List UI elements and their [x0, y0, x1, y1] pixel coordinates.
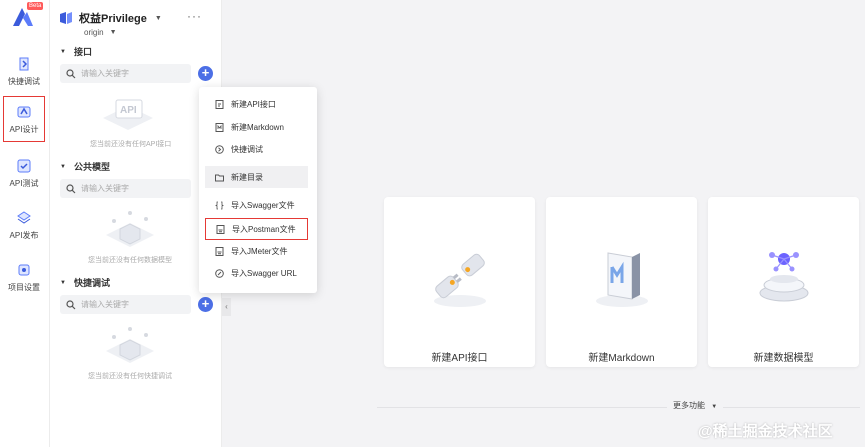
- collapse-triangle-icon: ▼: [60, 48, 66, 55]
- branch-selector[interactable]: origin ▼: [84, 28, 117, 37]
- import-file-icon: [215, 246, 224, 256]
- menu-item-label: 导入JMeter文件: [231, 246, 288, 256]
- more-options-icon[interactable]: ···: [187, 9, 202, 23]
- collapse-sidebar-handle[interactable]: ‹: [222, 298, 231, 316]
- more-features-label: 更多功能: [673, 401, 705, 410]
- card-label: 新建数据模型: [753, 353, 814, 364]
- file-markdown-icon: [215, 122, 224, 132]
- search-icon: [66, 68, 76, 78]
- card-label: 新建Markdown: [588, 353, 655, 364]
- menu-item-new-folder[interactable]: 新建目录: [205, 166, 308, 188]
- nav-rail: Beta 快捷调试 API设计 API测试 API发布 项目设置: [0, 0, 50, 447]
- new-api-card[interactable]: 新建API接口: [384, 197, 535, 367]
- plug-connect-icon: [434, 253, 486, 307]
- section-header-common-models[interactable]: ▼ 公共模型: [60, 160, 110, 173]
- link-icon: [215, 268, 224, 278]
- menu-item-quick-debug[interactable]: 快捷调试: [205, 138, 308, 160]
- search-icon: [66, 299, 76, 309]
- rail-item-api-design[interactable]: API设计: [3, 96, 45, 142]
- menu-item-label: 新建Markdown: [231, 122, 284, 132]
- more-features-toggle[interactable]: 更多功能 ▼: [667, 400, 724, 411]
- api-design-icon: [17, 106, 31, 117]
- braces-icon: [215, 201, 224, 209]
- rail-item-label: 项目设置: [8, 282, 40, 292]
- empty-debug-illustration: [106, 327, 154, 363]
- rail-item-label: API设计: [9, 124, 39, 134]
- file-api-icon: [215, 99, 224, 109]
- menu-item-import-swagger-file[interactable]: 导入Swagger文件: [205, 194, 308, 216]
- folder-icon: [215, 174, 224, 181]
- add-button[interactable]: +: [198, 297, 213, 312]
- section-header-interfaces[interactable]: ▼ 接口: [60, 45, 92, 58]
- caret-down-icon: ▼: [711, 404, 718, 410]
- menu-item-import-postman-file[interactable]: 导入Postman文件: [205, 218, 308, 240]
- quick-debug-icon: [19, 57, 29, 70]
- beta-badge: Beta: [27, 2, 44, 10]
- menu-item-new-markdown[interactable]: 新建Markdown: [205, 116, 308, 138]
- search-placeholder: 请输入关键字: [81, 69, 129, 78]
- empty-model-illustration: [106, 211, 154, 247]
- caret-down-icon: ▼: [154, 14, 162, 22]
- collapse-triangle-icon: ▼: [60, 279, 66, 286]
- project-settings-icon: [18, 264, 30, 275]
- quick-debug-icon: [215, 144, 224, 154]
- menu-item-label: 导入Swagger文件: [231, 200, 295, 210]
- add-button[interactable]: +: [198, 66, 213, 81]
- svg-text:API: API: [120, 105, 137, 116]
- api-test-icon: [17, 159, 31, 172]
- rail-item-label: API发布: [9, 230, 39, 240]
- search-icon: [66, 183, 76, 193]
- search-placeholder: 请输入关键字: [81, 184, 129, 193]
- collapse-triangle-icon: ▼: [60, 163, 66, 170]
- menu-item-label: 新建目录: [231, 172, 263, 182]
- api-tree-sidebar: 权益Privilege ▼ ··· origin ▼ ▼ 接口 请输入关键字 +…: [50, 0, 231, 447]
- menu-item-import-swagger-url[interactable]: 导入Swagger URL: [205, 262, 308, 284]
- menu-item-label: 导入Postman文件: [232, 224, 296, 234]
- api-publish-icon: [17, 210, 31, 224]
- search-input[interactable]: 请输入关键字: [60, 295, 191, 314]
- markdown-book-icon: [596, 252, 648, 307]
- menu-item-label: 新建API接口: [231, 99, 276, 109]
- empty-api-illustration: API: [103, 99, 153, 130]
- menu-item-label: 快捷调试: [231, 144, 263, 154]
- empty-state-text: 您当前还没有任何快捷调试: [88, 373, 172, 380]
- new-markdown-card[interactable]: 新建Markdown: [546, 197, 697, 367]
- menu-item-label: 导入Swagger URL: [231, 268, 297, 278]
- rail-item-api-test[interactable]: API测试: [2, 152, 46, 194]
- data-model-icon: [759, 252, 809, 302]
- section-header-quick-debug[interactable]: ▼ 快捷调试: [60, 276, 110, 289]
- rail-item-quick-debug[interactable]: 快捷调试: [2, 50, 46, 92]
- rail-item-api-publish[interactable]: API发布: [2, 204, 46, 246]
- project-switcher[interactable]: 权益Privilege ▼: [59, 10, 162, 26]
- rail-item-project-settings[interactable]: 项目设置: [2, 256, 46, 298]
- menu-item-new-api[interactable]: 新建API接口: [205, 93, 308, 115]
- search-placeholder: 请输入关键字: [81, 300, 129, 309]
- caret-down-icon: ▼: [109, 29, 117, 36]
- import-file-icon: [216, 224, 225, 234]
- section-title: 公共模型: [73, 162, 110, 172]
- search-input[interactable]: 请输入关键字: [60, 64, 191, 83]
- rail-item-label: 快捷调试: [8, 76, 40, 86]
- rail-item-label: API测试: [9, 178, 39, 188]
- project-name: 权益Privilege: [79, 13, 147, 25]
- menu-item-import-jmeter-file[interactable]: 导入JMeter文件: [205, 240, 308, 262]
- project-icon: [60, 12, 72, 24]
- branch-name: origin: [84, 28, 104, 37]
- search-input[interactable]: 请输入关键字: [60, 179, 191, 198]
- add-dropdown-menu: 新建API接口 新建Markdown 快捷调试 新建目录 导入Swagger文件…: [199, 87, 317, 293]
- section-title: 快捷调试: [73, 278, 110, 288]
- empty-state-text: 您当前还没有任何API接口: [90, 141, 172, 148]
- watermark: @稀土掘金技术社区: [698, 423, 833, 440]
- new-data-model-card[interactable]: 新建数据模型: [708, 197, 859, 367]
- empty-state-text: 您当前还没有任何数据模型: [88, 257, 172, 264]
- divider: [377, 407, 860, 408]
- card-label: 新建API接口: [431, 353, 488, 364]
- section-title: 接口: [73, 47, 92, 57]
